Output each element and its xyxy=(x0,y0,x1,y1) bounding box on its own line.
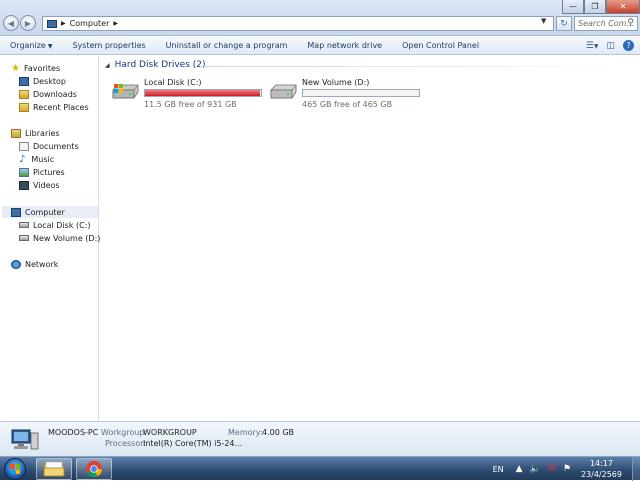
group-divider xyxy=(200,66,635,67)
desktop-icon xyxy=(19,76,29,86)
breadcrumb-computer[interactable]: Computer xyxy=(70,19,110,28)
network-icon xyxy=(11,259,21,269)
processor-value: Intel(R) Core(TM) i5-24... xyxy=(143,439,243,448)
uninstall-program-button[interactable]: Uninstall or change a program xyxy=(156,41,298,50)
processor-label: Processor: xyxy=(105,439,147,448)
nav-network[interactable]: Network xyxy=(11,258,58,270)
chevron-right-icon[interactable]: ▶ xyxy=(61,20,66,27)
hard-drive-icon xyxy=(270,84,297,99)
windows-logo-icon xyxy=(10,464,20,474)
workgroup-value: WORKGROUP xyxy=(143,428,197,437)
folder-icon xyxy=(43,461,65,477)
group-header-hard-disk-drives[interactable]: ◢ Hard Disk Drives (2) xyxy=(105,60,206,70)
clock-time: 14:17 xyxy=(589,459,614,468)
videos-icon xyxy=(19,180,29,190)
libraries-icon xyxy=(11,128,21,138)
drive-usage-bar xyxy=(144,89,262,97)
explorer-window: — ❐ ✕ ◀ ▶ ▶ Computer ▶ ▼ ↻ Search Com...… xyxy=(0,0,640,456)
nav-pictures[interactable]: Pictures xyxy=(19,166,65,178)
recent-places-icon xyxy=(19,102,29,112)
computer-icon xyxy=(47,19,57,28)
back-button[interactable]: ◀ xyxy=(3,15,19,31)
nav-local-disk-c[interactable]: Local Disk (C:) xyxy=(19,219,91,231)
organize-button[interactable]: Organize ▼ xyxy=(0,41,62,50)
nav-new-volume-d[interactable]: New Volume (D:) xyxy=(19,232,100,244)
command-bar: Organize ▼ System properties Uninstall or… xyxy=(0,37,640,55)
collapse-triangle-icon[interactable]: ◢ xyxy=(105,62,110,69)
nav-music[interactable]: ♪ Music xyxy=(19,153,54,165)
downloads-icon xyxy=(19,89,29,99)
drive-name: Local Disk (C:) xyxy=(144,78,202,87)
chrome-icon xyxy=(86,461,102,477)
drive-free-space: 11.5 GB free of 931 GB xyxy=(144,100,237,109)
chevron-down-icon: ▼ xyxy=(47,43,53,50)
memory-label: Memory: xyxy=(228,428,263,437)
search-icon[interactable]: ⚲ xyxy=(627,18,634,28)
documents-icon xyxy=(19,141,29,151)
nav-videos[interactable]: Videos xyxy=(19,179,60,191)
address-bar[interactable]: ▶ Computer ▶ xyxy=(42,16,554,31)
drive-usage-bar xyxy=(302,89,420,97)
nav-downloads[interactable]: Downloads xyxy=(19,88,77,100)
minimize-button[interactable]: — xyxy=(562,0,584,14)
taskbar-explorer-button[interactable] xyxy=(36,458,72,480)
workgroup-label: Workgroup: xyxy=(101,428,148,437)
search-placeholder: Search Com... xyxy=(578,19,635,28)
chevron-right-icon[interactable]: ▶ xyxy=(113,20,118,27)
nav-libraries[interactable]: Libraries xyxy=(11,127,60,139)
open-control-panel-button[interactable]: Open Control Panel xyxy=(392,41,489,50)
drive-icon xyxy=(19,235,29,241)
show-desktop-button[interactable] xyxy=(632,457,640,481)
preview-pane-icon[interactable]: ◫ xyxy=(606,41,615,51)
refresh-button[interactable]: ↻ xyxy=(556,16,572,31)
memory-value: 4.00 GB xyxy=(262,428,295,437)
hard-drive-windows-icon xyxy=(112,84,139,99)
nav-documents[interactable]: Documents xyxy=(19,140,79,152)
clock[interactable]: 14:17 23/4/2569 xyxy=(581,458,622,480)
network-tray-icon[interactable]: ☒ xyxy=(548,464,556,474)
map-network-drive-button[interactable]: Map network drive xyxy=(297,41,392,50)
close-button[interactable]: ✕ xyxy=(606,0,640,14)
taskbar-chrome-button[interactable] xyxy=(76,458,112,480)
pictures-icon xyxy=(19,167,29,177)
help-icon[interactable]: ? xyxy=(623,40,634,51)
nav-desktop[interactable]: Desktop xyxy=(19,75,66,87)
address-history-dropdown[interactable]: ▼ xyxy=(541,17,546,25)
action-center-icon[interactable]: ⚑ xyxy=(563,464,571,474)
volume-icon[interactable]: 🔈 xyxy=(530,464,541,474)
computer-icon xyxy=(11,429,39,450)
system-properties-button[interactable]: System properties xyxy=(62,41,155,50)
address-row: — ❐ ✕ ◀ ▶ ▶ Computer ▶ ▼ ↻ Search Com...… xyxy=(0,0,640,36)
system-tray: EN ▲ 🔈 ☒ ⚑ 14:17 23/4/2569 xyxy=(493,457,640,481)
clock-date: 23/4/2569 xyxy=(580,470,622,479)
details-pane: MOODOS-PC Workgroup: WORKGROUP Memory: 4… xyxy=(0,421,640,456)
nav-recent-places[interactable]: Recent Places xyxy=(19,101,89,113)
star-icon: ★ xyxy=(11,62,20,74)
music-icon: ♪ xyxy=(19,153,26,165)
drive-free-space: 465 GB free of 465 GB xyxy=(302,100,393,109)
search-input[interactable]: Search Com... ⚲ xyxy=(574,16,638,31)
language-indicator[interactable]: EN xyxy=(493,465,504,474)
start-button[interactable] xyxy=(4,458,26,480)
computer-name: MOODOS-PC xyxy=(48,428,99,437)
content-pane: ◢ Hard Disk Drives (2) Local Disk (C:) 1… xyxy=(100,56,640,421)
navigation-pane: ★ Favorites Desktop Downloads Recent Pla… xyxy=(0,56,100,421)
drive-icon xyxy=(19,222,29,228)
computer-icon xyxy=(11,207,21,217)
show-hidden-icons-icon[interactable]: ▲ xyxy=(516,464,523,474)
taskbar: EN ▲ 🔈 ☒ ⚑ 14:17 23/4/2569 xyxy=(0,456,640,481)
nav-favorites[interactable]: ★ Favorites xyxy=(11,62,60,74)
view-options-icon[interactable]: ☰▼ xyxy=(586,41,599,51)
toolbar-view-controls: ☰▼ ◫ ? xyxy=(586,40,634,51)
forward-button[interactable]: ▶ xyxy=(20,15,36,31)
maximize-button[interactable]: ❐ xyxy=(584,0,606,14)
window-controls: — ❐ ✕ xyxy=(562,0,640,14)
drive-name: New Volume (D:) xyxy=(302,78,370,87)
nav-computer[interactable]: Computer xyxy=(2,206,98,218)
